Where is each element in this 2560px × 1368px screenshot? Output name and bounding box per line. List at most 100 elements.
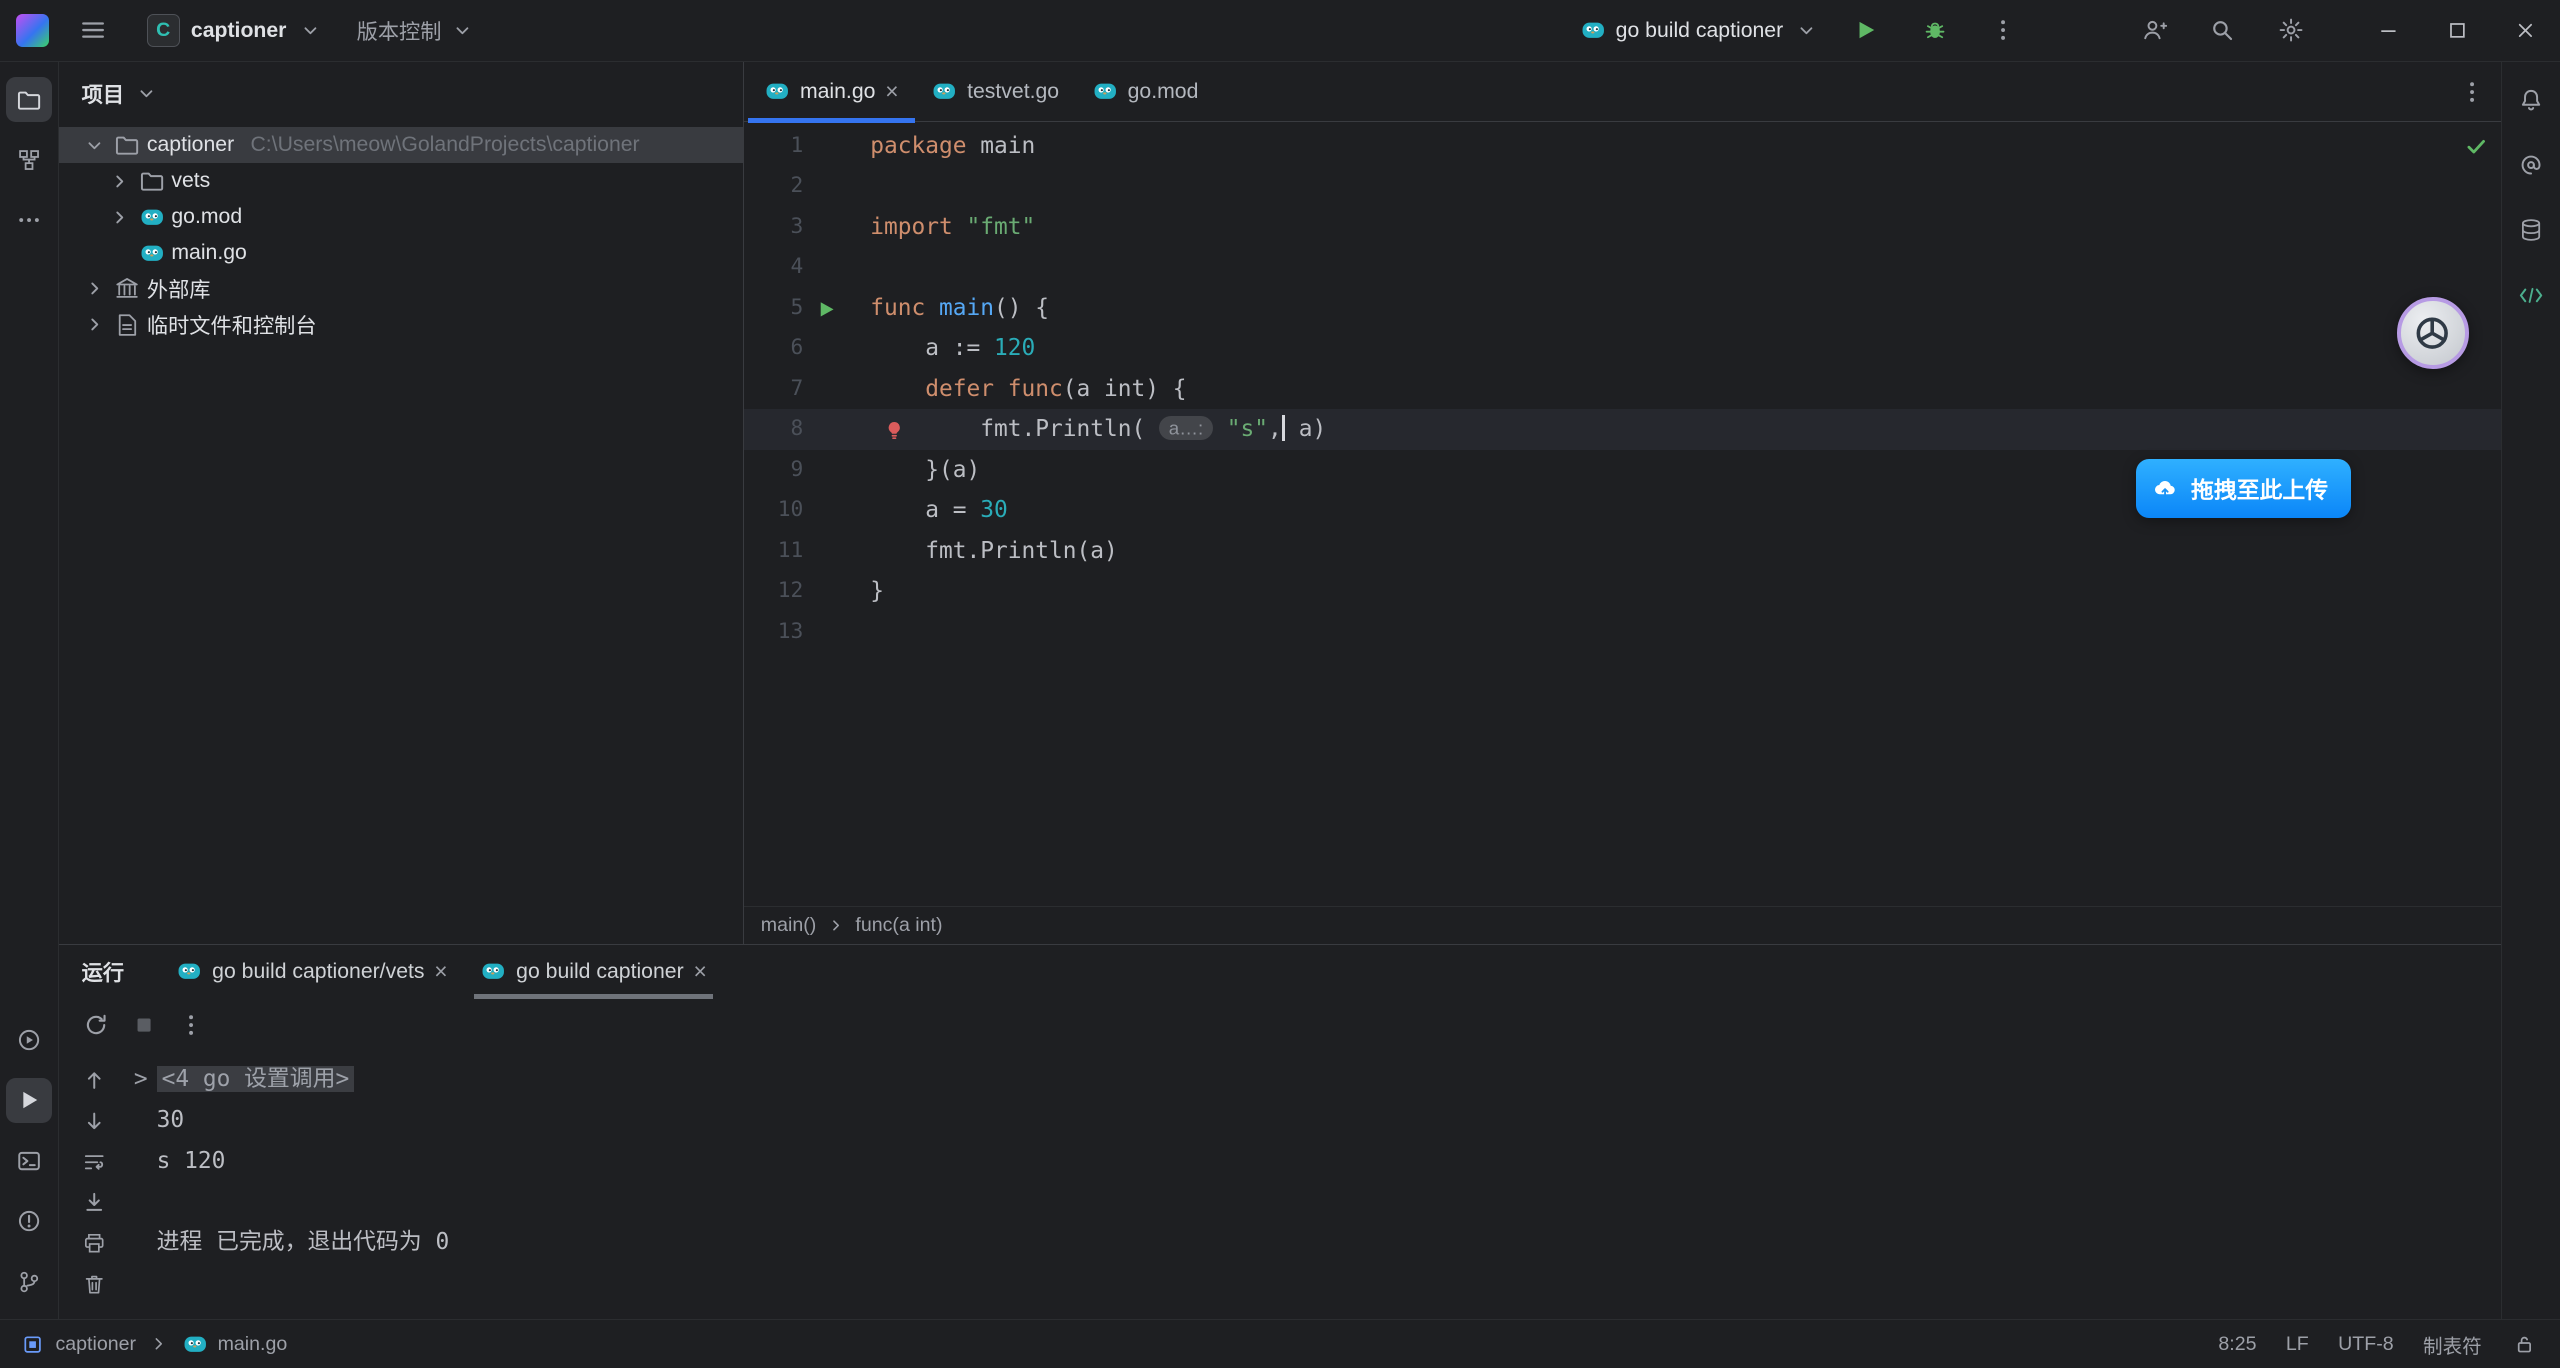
tree-item-main.go[interactable]: main.go <box>59 235 744 271</box>
run-tab-go build captioner[interactable]: go build captioner× <box>464 945 723 999</box>
close-tab-icon[interactable]: × <box>434 960 447 983</box>
run-tab-go build captioner/vets[interactable]: go build captioner/vets× <box>160 945 464 999</box>
editor-tab-main.go[interactable]: main.go× <box>748 62 915 121</box>
tree-item-外部库[interactable]: 外部库 <box>59 271 744 307</box>
circle-play-icon <box>16 1027 42 1053</box>
tree-item-label: 临时文件和控制台 <box>147 309 317 340</box>
code-line-12[interactable]: 12} <box>744 571 2501 611</box>
tree-item-go.mod[interactable]: go.mod <box>59 199 744 235</box>
lock-icon[interactable] <box>2511 1331 2537 1357</box>
close-tab-icon[interactable]: × <box>885 80 898 103</box>
tool-button-problems[interactable] <box>6 1198 52 1244</box>
chevron-down-icon[interactable] <box>134 80 160 106</box>
soft-wrap-icon[interactable] <box>82 1149 108 1175</box>
code-tags-icon <box>2518 282 2544 308</box>
code-line-2[interactable]: 2 <box>744 166 2501 206</box>
tree-item-临时文件和控制台[interactable]: 临时文件和控制台 <box>59 307 744 343</box>
terminal-icon <box>16 1148 42 1174</box>
rerun-icon[interactable] <box>83 1012 109 1038</box>
status-line-ending[interactable]: LF <box>2286 1333 2309 1356</box>
next-occurrence-icon[interactable] <box>82 1108 108 1134</box>
parameter-hint: a…: <box>1159 416 1213 440</box>
tab-label: go.mod <box>1128 80 1199 104</box>
intention-bulb-icon[interactable] <box>882 416 908 442</box>
code-line-6[interactable]: 6 a := 120 <box>744 328 2501 368</box>
editor-tab-go.mod[interactable]: go.mod <box>1075 62 1214 121</box>
run-gutter-icon[interactable] <box>815 294 841 320</box>
debug-button[interactable] <box>1914 9 1956 51</box>
folder-icon <box>16 87 42 113</box>
chevron-right-icon[interactable] <box>106 204 132 230</box>
tree-item-label: go.mod <box>171 205 242 229</box>
more-actions-button[interactable] <box>1982 9 2024 51</box>
tree-item-captioner[interactable]: captionerC:\Users\meow\GolandProjects\ca… <box>59 127 744 163</box>
tool-button-ai-assistant[interactable] <box>2508 142 2554 188</box>
run-console[interactable]: ><4 go 设置调用>30s 120 进程 已完成，退出代码为 0 <box>121 1051 2502 1319</box>
vcs-widget[interactable]: 版本控制 <box>357 15 476 46</box>
chevron-right-icon[interactable] <box>82 312 108 338</box>
vcs-label: 版本控制 <box>357 15 442 46</box>
db-icon <box>2518 217 2544 243</box>
run-toolbar <box>59 999 2502 1051</box>
tool-button-services[interactable] <box>6 1017 52 1063</box>
tool-button-more-tool-windows[interactable] <box>6 198 52 244</box>
chevron-right-icon[interactable] <box>82 276 108 302</box>
minimize-button[interactable] <box>2354 0 2423 62</box>
settings-button[interactable] <box>2270 9 2312 51</box>
close-button[interactable] <box>2492 0 2560 62</box>
status-file[interactable]: main.go <box>218 1333 288 1356</box>
main-menu-button[interactable] <box>72 9 114 51</box>
floating-assistant-badge[interactable] <box>2397 297 2469 369</box>
tree-item-vets[interactable]: vets <box>59 163 744 199</box>
code-line-5[interactable]: 5func main() { <box>744 288 2501 328</box>
prev-occurrence-icon[interactable] <box>82 1067 108 1093</box>
maximize-button[interactable] <box>2423 0 2492 62</box>
code-line-13[interactable]: 13 <box>744 612 2501 652</box>
drag-upload-button[interactable]: 拖拽至此上传 <box>2136 459 2351 518</box>
code-with-me-button[interactable] <box>2132 9 2174 51</box>
scroll-to-end-icon[interactable] <box>82 1190 108 1216</box>
tool-button-run[interactable] <box>6 1078 52 1124</box>
chevron-down-icon[interactable] <box>82 132 108 158</box>
status-caret-position[interactable]: 8:25 <box>2218 1333 2256 1356</box>
print-icon[interactable] <box>82 1230 108 1256</box>
tool-button-terminal[interactable] <box>6 1138 52 1184</box>
kebab-icon[interactable] <box>178 1012 204 1038</box>
tab-options-kebab-icon[interactable] <box>2459 79 2485 105</box>
stop-icon[interactable] <box>131 1012 157 1038</box>
console-output: 进程 已完成，退出代码为 0 <box>157 1229 450 1255</box>
search-everywhere-button[interactable] <box>2201 9 2243 51</box>
code-line-8[interactable]: 8 fmt.Println( a…: "s", a) <box>744 409 2501 449</box>
code-line-3[interactable]: 3import "fmt" <box>744 207 2501 247</box>
tool-button-project[interactable] <box>6 77 52 123</box>
go-icon <box>931 79 957 105</box>
run-button[interactable] <box>1845 9 1887 51</box>
code-line-11[interactable]: 11 fmt.Println(a) <box>744 531 2501 571</box>
status-encoding[interactable]: UTF-8 <box>2338 1333 2393 1356</box>
tool-button-structure[interactable] <box>6 137 52 183</box>
tool-button-database[interactable] <box>2508 207 2554 253</box>
console-line: ><4 go 设置调用> <box>134 1059 2488 1100</box>
tool-button-version-control[interactable] <box>6 1259 52 1305</box>
cloud-upload-icon <box>2152 475 2178 501</box>
inspections-ok-icon[interactable] <box>2464 134 2488 164</box>
tool-button-notifications[interactable] <box>2508 77 2554 123</box>
code-line-1[interactable]: 1package main <box>744 126 2501 166</box>
console-line: s 120 <box>134 1141 2488 1182</box>
chevron-right-icon <box>146 1331 172 1357</box>
editor-tab-testvet.go[interactable]: testvet.go <box>915 62 1076 121</box>
code-line-7[interactable]: 7 defer func(a int) { <box>744 369 2501 409</box>
breadcrumb-item[interactable]: func(a int) <box>855 914 942 937</box>
console-fold-prompt[interactable]: > <box>134 1059 157 1100</box>
status-project[interactable]: captioner <box>55 1333 136 1356</box>
status-indent-style[interactable]: 制表符 <box>2423 1330 2482 1359</box>
goland-logo-icon[interactable] <box>16 14 49 47</box>
code-line-4[interactable]: 4 <box>744 247 2501 287</box>
clear-all-icon[interactable] <box>82 1271 108 1297</box>
run-configuration-select[interactable]: go build captioner <box>1580 17 1819 43</box>
close-tab-icon[interactable]: × <box>693 960 706 983</box>
breadcrumb-item[interactable]: main() <box>761 914 816 937</box>
chevron-right-icon[interactable] <box>106 168 132 194</box>
tool-button-endpoints[interactable] <box>2508 273 2554 319</box>
project-widget[interactable]: C captioner <box>137 9 334 51</box>
